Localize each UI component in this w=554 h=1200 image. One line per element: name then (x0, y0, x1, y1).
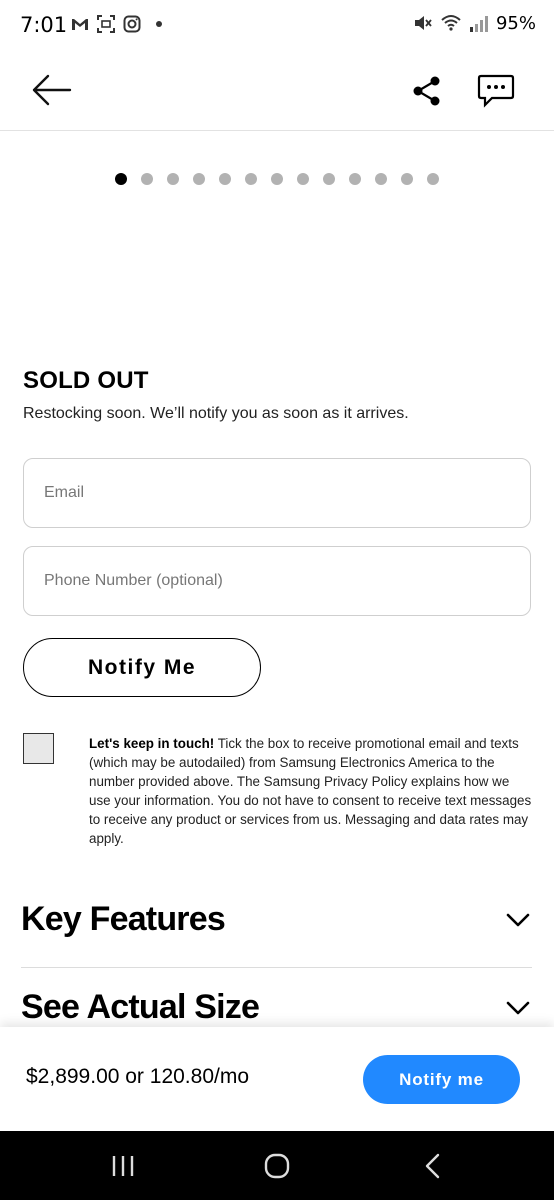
carousel-dot[interactable] (375, 173, 387, 185)
gmail-icon (72, 19, 88, 30)
signal-icon (469, 16, 488, 32)
nav-back-icon[interactable] (418, 1151, 448, 1181)
buy-bar: $2,899.00 or 120.80/mo Notify me (0, 1027, 554, 1131)
accordion-title: See Actual Size (21, 988, 260, 1026)
phone-number-field[interactable] (23, 546, 531, 616)
status-time: 7:01 (20, 13, 68, 37)
recents-icon[interactable] (108, 1151, 138, 1181)
carousel-dot[interactable] (427, 173, 439, 185)
carousel-dot[interactable] (323, 173, 335, 185)
chevron-down-icon (506, 1001, 530, 1015)
chat-icon[interactable] (476, 72, 516, 110)
notify-me-button[interactable]: Notify Me (23, 638, 261, 697)
notify-me-primary-button[interactable]: Notify me (363, 1055, 520, 1104)
carousel-dot[interactable] (245, 173, 257, 185)
carousel-dot[interactable] (167, 173, 179, 185)
mute-icon (414, 16, 432, 30)
chevron-down-icon (506, 913, 530, 927)
carousel-dot[interactable] (219, 173, 231, 185)
system-nav-bar (0, 1131, 554, 1200)
carousel-dot[interactable] (271, 173, 283, 185)
consent-text: Let's keep in touch! Tick the box to rec… (89, 734, 534, 848)
share-icon[interactable] (410, 74, 444, 108)
carousel-dot[interactable] (115, 173, 127, 185)
home-icon[interactable] (262, 1151, 292, 1181)
consent-body: Tick the box to receive promotional emai… (89, 736, 532, 846)
app-header (0, 52, 554, 131)
carousel-pagination (115, 173, 439, 185)
sold-out-title: SOLD OUT (23, 367, 149, 394)
consent-heading: Let's keep in touch! (89, 736, 215, 751)
price-label: $2,899.00 or 120.80/mo (26, 1065, 250, 1088)
carousel-dot[interactable] (401, 173, 413, 185)
status-icons-right: 95% (412, 12, 536, 34)
battery-level: 95% (495, 12, 536, 34)
divider (21, 967, 532, 968)
carousel-dot[interactable] (349, 173, 361, 185)
status-icons-left (70, 14, 162, 34)
carousel-dot[interactable] (193, 173, 205, 185)
screenshot-icon (97, 15, 115, 33)
wifi-icon (441, 15, 461, 31)
accordion-title: Key Features (21, 900, 226, 938)
accordion-key-features[interactable]: Key Features (21, 900, 532, 970)
carousel-dot[interactable] (297, 173, 309, 185)
back-arrow-icon[interactable] (30, 72, 72, 108)
carousel-dot[interactable] (141, 173, 153, 185)
email-field[interactable] (23, 458, 531, 528)
instagram-icon (123, 15, 141, 33)
consent-checkbox[interactable] (23, 733, 54, 764)
status-bar: 7:01 95% (0, 0, 554, 52)
notification-dot (156, 21, 162, 27)
restock-message: Restocking soon. We’ll notify you as soo… (23, 405, 409, 422)
